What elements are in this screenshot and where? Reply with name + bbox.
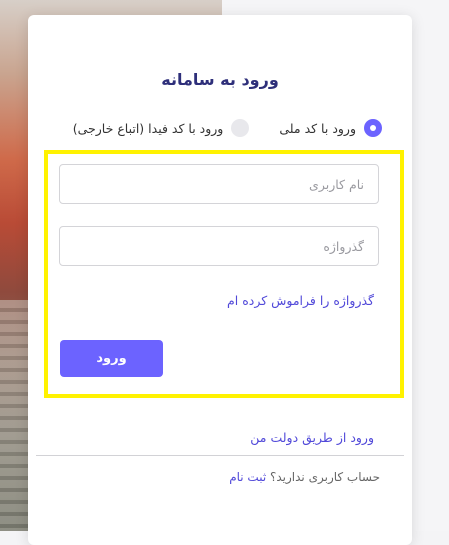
radio-national-code-label: ورود با کد ملی bbox=[279, 120, 356, 136]
divider bbox=[36, 455, 404, 456]
login-button[interactable]: ورود bbox=[60, 340, 163, 377]
radio-national-code[interactable]: ورود با کد ملی bbox=[279, 119, 382, 137]
login-card: ورود به سامانه ورود با کد ملی ورود با کد… bbox=[28, 15, 412, 545]
radio-fida-code[interactable]: ورود با کد فیدا (اتباع خارجی) bbox=[73, 119, 250, 137]
signup-row: حساب کاربری ندارید؟ ثبت نام bbox=[229, 470, 380, 484]
radio-unselected-icon[interactable] bbox=[231, 119, 250, 137]
auth-method-group: ورود با کد ملی ورود با کد فیدا (اتباع خا… bbox=[73, 119, 382, 137]
radio-selected-icon[interactable] bbox=[364, 119, 382, 137]
password-input[interactable] bbox=[59, 226, 379, 266]
gov-login-link[interactable]: ورود از طریق دولت من bbox=[250, 430, 374, 445]
forgot-password-link[interactable]: گذرواژه را فراموش کرده ام bbox=[227, 293, 374, 308]
radio-fida-code-label: ورود با کد فیدا (اتباع خارجی) bbox=[72, 120, 224, 136]
signup-link[interactable]: ثبت نام bbox=[229, 470, 266, 484]
page-title: ورود به سامانه bbox=[161, 70, 279, 89]
no-account-text: حساب کاربری ندارید؟ bbox=[270, 470, 380, 484]
username-input[interactable] bbox=[59, 164, 379, 204]
